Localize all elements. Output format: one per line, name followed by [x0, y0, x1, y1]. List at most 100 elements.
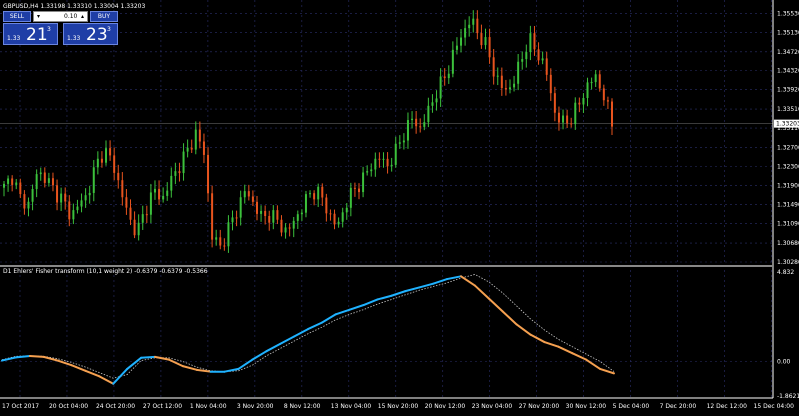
bear-candle [129, 207, 132, 220]
bull-candle [582, 98, 585, 105]
bull-candle [105, 148, 108, 163]
bull-candle [304, 194, 307, 213]
time-axis-label: 7 Dec 20:00 [660, 403, 697, 410]
sell-price-pips: 21 [26, 25, 48, 45]
bull-candle [411, 118, 414, 121]
bear-candle [415, 118, 418, 127]
bear-candle [117, 172, 120, 181]
bull-candle [27, 201, 30, 209]
bull-candle [296, 214, 299, 221]
bull-candle [472, 18, 475, 25]
chart-title: GBPUSD,H4 1.33198 1.33310 1.33004 1.3320… [3, 3, 145, 10]
bull-candle [435, 98, 438, 103]
fisher-falling-segment [473, 284, 490, 300]
bear-candle [598, 74, 601, 89]
grid [0, 0, 773, 398]
sell-button[interactable]: SELL [3, 11, 31, 22]
fisher-rising-segment [376, 294, 393, 301]
bull-candle [194, 129, 197, 150]
fisher-rising-segment [251, 350, 268, 361]
bull-candle [227, 222, 230, 247]
bear-candle [145, 214, 148, 216]
bull-candle [525, 52, 528, 60]
bull-candle [594, 74, 597, 83]
bear-candle [211, 193, 214, 240]
axes: 1.355301.351301.347201.343201.339201.335… [0, 0, 799, 410]
fisher-rising-segment [126, 356, 143, 370]
bear-candle [190, 147, 193, 150]
volume-value[interactable]: 0.10 [64, 13, 77, 20]
time-axis-label: 5 Dec 04:00 [613, 403, 650, 410]
buy-price-button[interactable]: 1.33 23 3 [63, 23, 118, 45]
bull-candle [341, 212, 344, 222]
bear-candle [198, 129, 201, 142]
fisher-falling-segment [460, 275, 476, 287]
fisher-falling-segment [557, 345, 574, 355]
volume-field[interactable]: ▾ 0.10 ▴ [33, 11, 88, 22]
bull-candle [272, 210, 275, 223]
price-axis-label: 1.34720 [777, 49, 799, 56]
bull-candle [406, 120, 409, 141]
price-axis-label: 1.31490 [777, 202, 799, 209]
indicator-axis-label: -1.8621 [777, 393, 799, 400]
bear-candle [566, 115, 569, 124]
fisher-rising-segment [293, 328, 309, 338]
volume-increase-icon[interactable]: ▴ [78, 12, 87, 21]
bull-candle [590, 82, 593, 84]
fisher-indicator [1, 273, 615, 385]
fisher-falling-segment [585, 358, 602, 370]
buy-button[interactable]: BUY [90, 11, 118, 22]
price-candles [3, 10, 613, 253]
fisher-falling-segment [543, 341, 560, 348]
bull-candle [508, 87, 511, 90]
bull-candle [215, 237, 218, 240]
bear-candle [611, 101, 613, 127]
bull-candle [141, 214, 144, 223]
bull-candle [137, 222, 140, 236]
bull-candle [3, 183, 5, 188]
bear-candle [325, 197, 328, 214]
time-axis-label: 1 Nov 04:00 [190, 403, 227, 410]
bear-candle [64, 193, 67, 202]
bull-candle [60, 193, 63, 203]
bear-candle [125, 197, 128, 208]
bull-candle [374, 158, 377, 170]
fisher-falling-segment [515, 323, 532, 336]
bear-candle [488, 37, 491, 58]
bear-candle [358, 188, 361, 193]
volume-decrease-icon[interactable]: ▾ [34, 12, 43, 21]
bull-candle [455, 45, 458, 50]
chart-window[interactable]: 1.355301.351301.347201.343201.339201.335… [0, 0, 799, 412]
bear-candle [133, 219, 136, 236]
bull-candle [362, 172, 365, 193]
fisher-falling-segment [571, 352, 588, 361]
bull-candle [292, 220, 295, 229]
bear-candle [557, 112, 560, 123]
bear-candle [178, 171, 181, 174]
bear-candle [333, 213, 336, 225]
bull-candle [513, 83, 516, 88]
bull-candle [370, 169, 373, 172]
bear-candle [492, 57, 495, 77]
sell-price-button[interactable]: 1.33 21 3 [3, 23, 58, 45]
bear-candle [545, 58, 548, 75]
bear-candle [353, 187, 356, 189]
bear-candle [419, 126, 422, 128]
indicator-axis-label: 0.00 [777, 359, 791, 366]
bull-candle [349, 187, 352, 208]
fisher-falling-segment [154, 355, 170, 361]
buy-price-pips: 23 [86, 25, 108, 45]
bull-candle [468, 24, 471, 29]
bear-candle [500, 75, 503, 88]
bear-candle [476, 18, 479, 34]
price-axis-label: 1.31900 [777, 182, 799, 189]
bear-candle [19, 182, 22, 195]
indicator-axis-label: 4.832 [777, 269, 794, 276]
bear-candle [480, 33, 483, 46]
bull-candle [72, 210, 75, 220]
bear-candle [121, 180, 124, 198]
bull-candle [484, 37, 487, 46]
bear-candle [443, 76, 446, 79]
chart-canvas[interactable]: 1.355301.351301.347201.343201.339201.335… [0, 0, 799, 412]
time-axis-label: 8 Nov 12:00 [284, 403, 321, 410]
